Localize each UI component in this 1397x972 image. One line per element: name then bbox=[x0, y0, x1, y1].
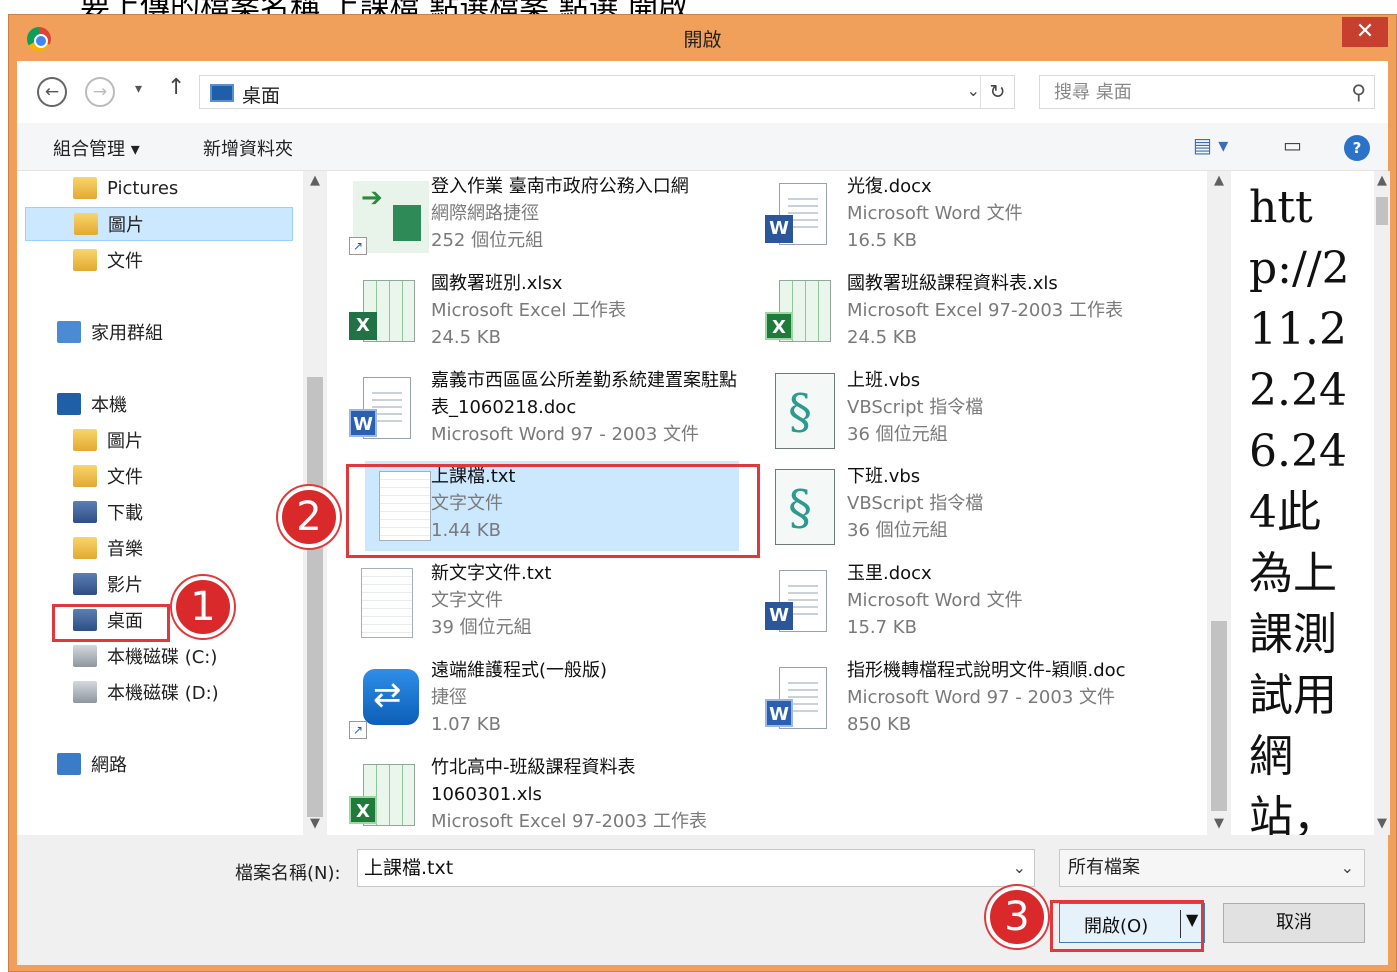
close-button[interactable]: ✕ bbox=[1342, 17, 1388, 47]
nav-item-this-pc[interactable]: 本機 bbox=[57, 387, 127, 421]
back-icon[interactable]: ← bbox=[37, 77, 67, 107]
file-tile[interactable]: W 玉里.docx Microsoft Word 文件 15.7 KB bbox=[751, 558, 1155, 648]
chevron-down-icon[interactable]: ⌄ bbox=[1013, 850, 1026, 886]
folder-icon bbox=[74, 213, 98, 235]
nav-item-network[interactable]: 網路 bbox=[57, 747, 127, 781]
file-tile[interactable]: X 竹北高中-班級課程資料表1060301.xls Microsoft Exce… bbox=[335, 752, 739, 835]
word-file-icon: W bbox=[763, 564, 833, 642]
nav-item-drive-c[interactable]: 本機磁碟 (C:) bbox=[73, 639, 217, 673]
video-folder-icon bbox=[73, 573, 97, 595]
scroll-down-icon[interactable]: ▼ bbox=[1209, 816, 1229, 831]
vbscript-file-icon bbox=[763, 467, 835, 545]
file-tile[interactable]: ↗ 登入作業 臺南市政府公務入口網 網際網路捷徑 252 個位元組 bbox=[335, 171, 739, 261]
music-folder-icon bbox=[73, 537, 97, 559]
file-tile[interactable]: 新文字文件.txt 文字文件 39 個位元組 bbox=[335, 558, 739, 648]
file-tile[interactable]: 下班.vbs VBScript 指令檔 36 個位元組 bbox=[751, 461, 1155, 551]
highlight-desktop bbox=[52, 604, 170, 642]
scroll-down-icon[interactable]: ▼ bbox=[305, 816, 325, 831]
highlight-open-button bbox=[1050, 900, 1204, 952]
excel97-file-icon: X bbox=[347, 758, 417, 835]
breadcrumb[interactable]: 桌面 bbox=[242, 81, 280, 108]
network-icon bbox=[57, 753, 81, 775]
excel97-file-icon: X bbox=[763, 274, 833, 352]
nav-item-music[interactable]: 音樂 bbox=[73, 531, 143, 565]
tutorial-caption: 要上傳的檔案名稱 上課檔 點選檔案 點選 開啟 bbox=[0, 0, 1397, 14]
file-type-select[interactable]: 所有檔案 ⌄ bbox=[1059, 849, 1365, 887]
refresh-icon[interactable]: ↻ bbox=[980, 76, 1014, 108]
drive-icon bbox=[73, 681, 97, 703]
nav-item-downloads[interactable]: 下載 bbox=[73, 495, 143, 529]
nav-item-documents[interactable]: 文件 bbox=[73, 243, 143, 277]
filename-input[interactable]: 上課檔.txt ⌄ bbox=[357, 849, 1035, 887]
teamviewer-icon: ↗ bbox=[347, 661, 419, 739]
chevron-down-icon[interactable]: ⌄ bbox=[1341, 850, 1354, 886]
view-options-icon[interactable]: ▤ ▾ bbox=[1193, 133, 1228, 157]
search-box: ⚲ bbox=[1039, 75, 1375, 109]
address-bar-row: ← → ▾ ↑ 桌面 ⌄ ↻ ⚲ bbox=[17, 61, 1388, 123]
folder-icon bbox=[73, 177, 97, 199]
command-bar: 組合管理 ▾ 新增資料夾 ▤ ▾ ▭ ? bbox=[17, 123, 1388, 171]
desktop-icon bbox=[210, 84, 234, 102]
preview-scrollbar[interactable]: ▲ ▼ bbox=[1374, 171, 1390, 835]
scroll-up-icon[interactable]: ▲ bbox=[1209, 173, 1229, 188]
chevron-down-icon[interactable]: ⌄ bbox=[967, 81, 980, 100]
file-tile[interactable]: W 指形機轉檔程式說明文件-穎順.doc Microsoft Word 97 -… bbox=[751, 655, 1155, 745]
step-badge-2: 2 bbox=[278, 486, 340, 548]
word-file-icon: W bbox=[763, 177, 833, 255]
text-file-icon bbox=[347, 564, 417, 642]
download-folder-icon bbox=[73, 501, 97, 523]
word97-file-icon: W bbox=[763, 661, 833, 739]
highlight-selected-file bbox=[346, 464, 760, 558]
up-icon[interactable]: ↑ bbox=[167, 75, 185, 100]
organize-menu[interactable]: 組合管理 ▾ bbox=[53, 135, 140, 161]
file-tile[interactable]: 上班.vbs VBScript 指令檔 36 個位元組 bbox=[751, 365, 1155, 455]
nav-item-videos[interactable]: 影片 bbox=[73, 567, 143, 601]
preview-pane-icon[interactable]: ▭ bbox=[1283, 133, 1302, 157]
vbscript-file-icon bbox=[763, 371, 835, 449]
dialog-title: 開啟 bbox=[683, 29, 722, 51]
file-tile[interactable]: X 國教署班別.xlsx Microsoft Excel 工作表 24.5 KB bbox=[335, 268, 739, 358]
word97-file-icon: W bbox=[347, 371, 417, 449]
recent-dropdown-icon[interactable]: ▾ bbox=[135, 81, 142, 97]
nav-item-pictures[interactable]: Pictures bbox=[73, 171, 178, 205]
preview-text: http://211.22.246.244此為上課測試用網站， bbox=[1249, 182, 1350, 835]
file-tile[interactable]: W 嘉義市西區區公所差勤系統建置案駐點表_1060218.doc Microso… bbox=[335, 365, 739, 455]
scroll-down-icon[interactable]: ▼ bbox=[1374, 816, 1390, 831]
search-icon[interactable]: ⚲ bbox=[1351, 80, 1366, 104]
search-input[interactable] bbox=[1040, 76, 1330, 108]
scroll-up-icon[interactable]: ▲ bbox=[1374, 173, 1390, 188]
address-box[interactable]: 桌面 ⌄ ↻ bbox=[199, 75, 1015, 109]
file-list-scrollbar[interactable]: ▲ ▼ bbox=[1207, 171, 1231, 835]
step-badge-3: 3 bbox=[986, 886, 1048, 948]
nav-item-drive-d[interactable]: 本機磁碟 (D:) bbox=[73, 675, 219, 709]
internet-shortcut-icon: ↗ bbox=[347, 177, 429, 255]
nav-item-pc-documents[interactable]: 文件 bbox=[73, 459, 143, 493]
folder-icon bbox=[73, 249, 97, 271]
preview-scroll-thumb[interactable] bbox=[1376, 197, 1388, 225]
folder-icon bbox=[73, 429, 97, 451]
help-icon[interactable]: ? bbox=[1344, 135, 1370, 161]
file-tile[interactable]: ↗ 遠端維護程式(一般版) 捷徑 1.07 KB bbox=[335, 655, 739, 745]
new-folder-button[interactable]: 新增資料夾 bbox=[203, 135, 293, 161]
forward-icon[interactable]: → bbox=[85, 77, 115, 107]
file-tile[interactable]: W 光復.docx Microsoft Word 文件 16.5 KB bbox=[751, 171, 1155, 261]
step-badge-1: 1 bbox=[172, 576, 234, 638]
filename-label: 檔案名稱(N): bbox=[235, 863, 341, 884]
homegroup-icon bbox=[57, 321, 81, 343]
nav-item-homegroup[interactable]: 家用群組 bbox=[57, 315, 163, 349]
cancel-button[interactable]: 取消 bbox=[1223, 903, 1365, 943]
folder-icon bbox=[73, 465, 97, 487]
nav-item-images[interactable]: 圖片 bbox=[25, 207, 293, 241]
file-list-scroll-thumb[interactable] bbox=[1211, 621, 1227, 811]
nav-item-pc-images[interactable]: 圖片 bbox=[73, 423, 143, 457]
computer-icon bbox=[57, 393, 81, 415]
file-tile[interactable]: X 國教署班級課程資料表.xls Microsoft Excel 97-2003… bbox=[751, 268, 1155, 358]
nav-scroll-thumb[interactable] bbox=[307, 377, 323, 817]
excel-file-icon: X bbox=[347, 274, 417, 352]
scroll-up-icon[interactable]: ▲ bbox=[305, 173, 325, 188]
drive-icon bbox=[73, 645, 97, 667]
preview-pane: http://211.22.246.244此為上課測試用網站， bbox=[1231, 171, 1374, 835]
title-bar: 開啟 ✕ bbox=[9, 15, 1396, 61]
